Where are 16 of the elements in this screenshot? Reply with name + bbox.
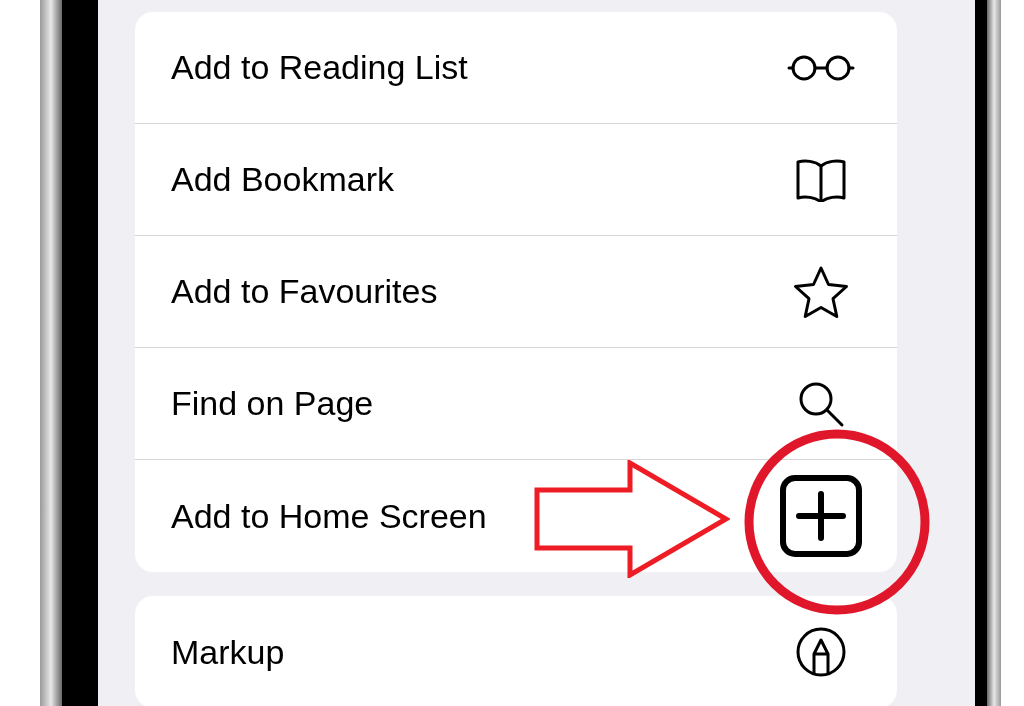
menu-item[interactable]: Find on Page [135,348,897,460]
menu-item-label: Find on Page [171,383,374,424]
menu-item[interactable]: Add to Home Screen [135,460,897,572]
menu-item-label: Add to Home Screen [171,495,487,537]
star-icon [793,264,849,319]
book-icon [795,157,847,202]
menu-item[interactable]: Add to Reading List [135,12,897,124]
menu-item-label: Add to Favourites [171,271,438,312]
menu-item-label: Add Bookmark [171,159,394,200]
pen-icon [795,626,847,678]
menu-item[interactable]: Add Bookmark [135,124,897,236]
menu-item[interactable]: Markup [135,596,897,706]
menu-item[interactable]: Add to Favourites [135,236,897,348]
plus-square-icon [779,474,863,558]
menu-item-label: Markup [171,631,285,673]
menu-item-label: Add to Reading List [171,47,468,88]
